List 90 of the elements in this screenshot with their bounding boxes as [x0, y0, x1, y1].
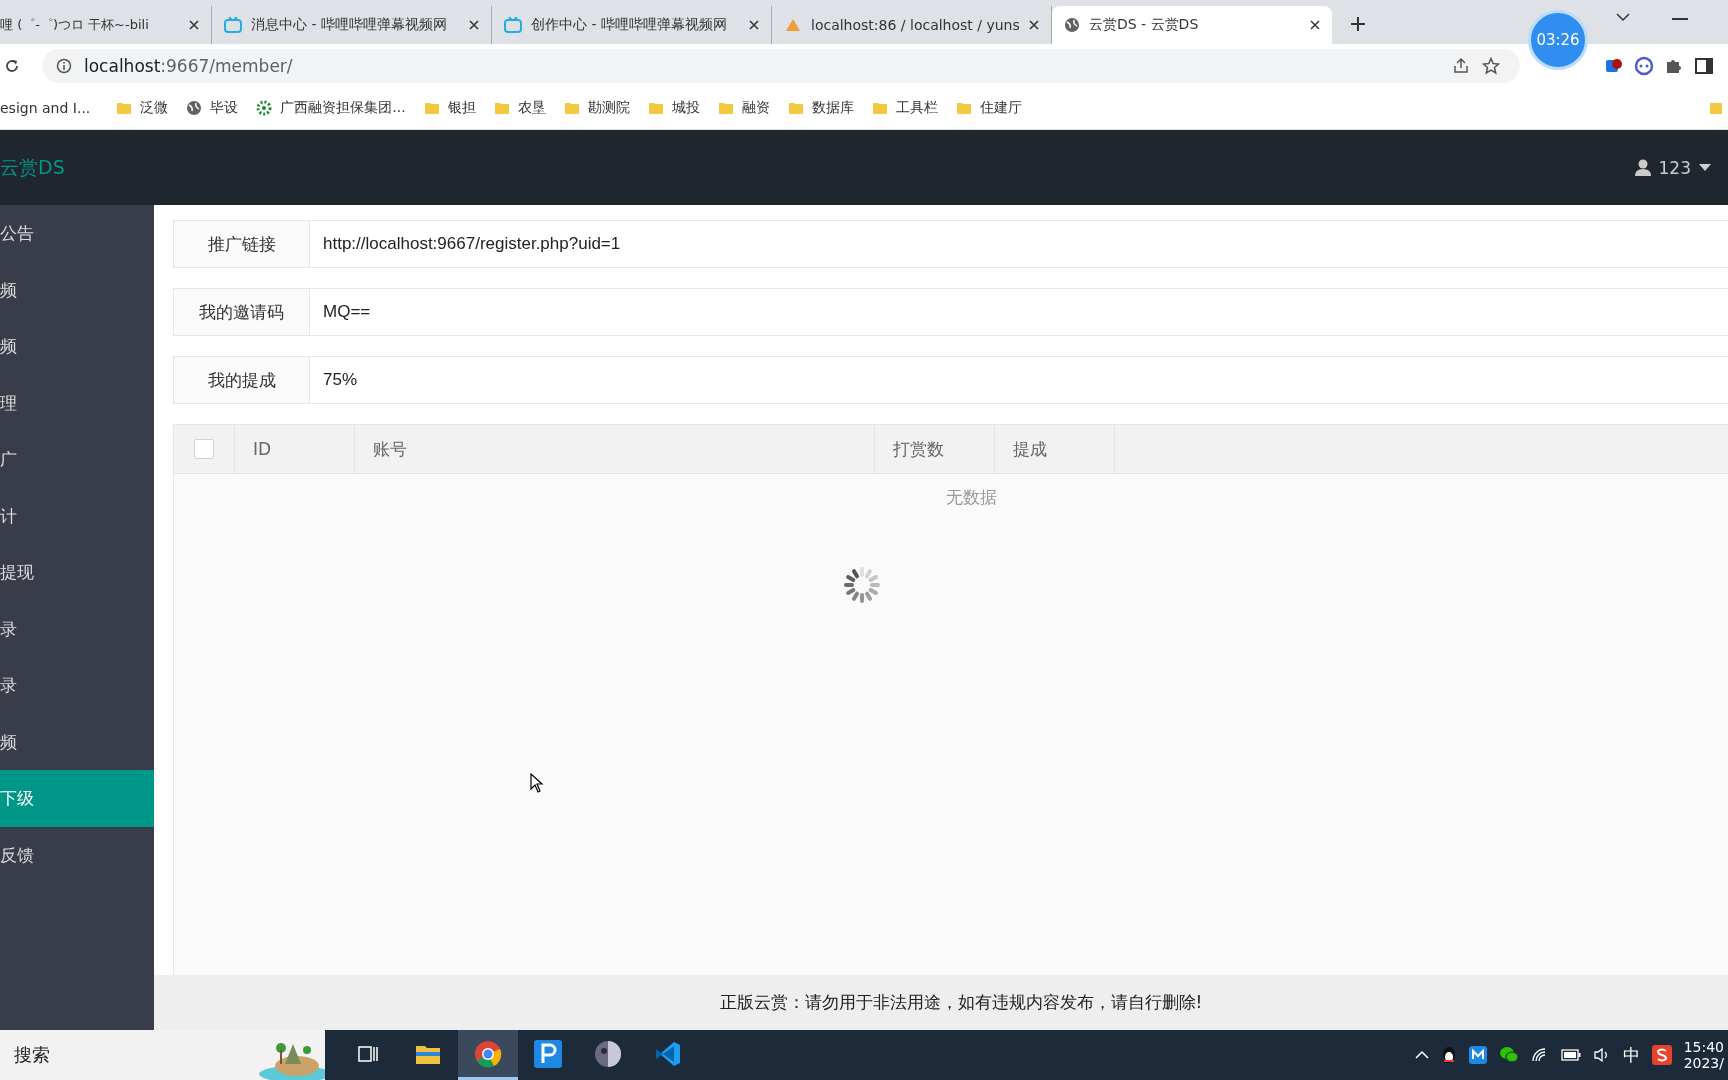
url-text: localhost:9667/member/ [84, 55, 293, 76]
gear-icon [256, 100, 273, 116]
close-icon[interactable] [749, 20, 759, 30]
close-icon[interactable] [1310, 20, 1320, 30]
bookmark[interactable]: esign and I... [0, 100, 91, 116]
info-icon [56, 57, 72, 74]
battery-icon[interactable] [1560, 1049, 1581, 1061]
bookmark[interactable]: 银担 [423, 99, 476, 117]
bookmark[interactable]: 融资 [717, 99, 770, 117]
input-method-indicator[interactable]: 中 [1622, 1043, 1640, 1067]
browser-tab[interactable]: 哩 (゜-゜)つロ 干杯~-bili [0, 6, 212, 44]
folder-icon [717, 100, 734, 116]
column-header: 账号 [355, 425, 875, 473]
clock-date[interactable]: 2023/ [1683, 1055, 1724, 1071]
column-header: 打赏数 [875, 425, 995, 473]
tab-title: 创作中心 - 哔哩哔哩弹幕视频网 [531, 16, 728, 34]
checkbox[interactable] [194, 439, 214, 459]
browser-tab[interactable]: 消息中心 - 哔哩哔哩弹幕视频网 [212, 6, 492, 44]
bookmark[interactable]: 泛微 [116, 99, 169, 117]
sidebar-item[interactable]: 录 [0, 657, 154, 714]
browser-tab[interactable]: 云赏DS - 云赏DS [1052, 6, 1332, 44]
globe-icon [1064, 17, 1080, 33]
sidebar-item[interactable]: 录 [0, 600, 154, 657]
globe-icon [186, 100, 203, 116]
chat-icon[interactable] [1498, 1046, 1519, 1064]
share-icon[interactable] [1452, 56, 1470, 75]
footer-notice: 正版云赏：请勿用于非法用途，如有违规内容发布，请自行删除! [154, 975, 1728, 1030]
sidebar-item[interactable]: 频 [0, 318, 154, 375]
folder-icon [563, 100, 580, 116]
browser-tab[interactable]: 创作中心 - 哔哩哔哩弹幕视频网 [492, 6, 772, 44]
new-tab-icon[interactable] [1350, 16, 1366, 32]
orb-icon [594, 1039, 622, 1068]
folder-icon [116, 100, 133, 116]
sidebar-item[interactable]: 公告 [0, 205, 154, 262]
folder-icon [787, 100, 804, 116]
s-logo-icon[interactable] [1651, 1045, 1672, 1065]
sidebar-item[interactable]: 下级 [0, 770, 154, 827]
tv-icon [224, 17, 242, 33]
mail-icon[interactable] [1468, 1046, 1487, 1064]
mouse-cursor-icon [530, 773, 544, 793]
side-panel-icon[interactable] [1694, 55, 1714, 76]
bookmark[interactable]: 农垦 [493, 99, 546, 117]
sidebar-item[interactable]: 广 [0, 431, 154, 488]
close-icon[interactable] [1029, 20, 1039, 30]
tab-title: 云赏DS - 云赏DS [1089, 16, 1200, 34]
robot-icon[interactable] [1634, 55, 1654, 76]
timer-badge: 03:26 [1528, 10, 1588, 70]
sail-icon [784, 17, 802, 33]
address-field[interactable]: localhost:9667/member/ [42, 48, 1520, 83]
tv-icon [504, 17, 522, 33]
empty-message: 无数据 [944, 486, 998, 509]
chevron-up-icon[interactable] [1414, 1050, 1429, 1060]
tab-title: localhost:86 / localhost / yuns [811, 17, 1020, 33]
search-field[interactable]: 搜索 [0, 1030, 325, 1080]
tab-title: 哩 (゜-゜)つロ 干杯~-bili [0, 16, 150, 34]
user-menu[interactable]: 123 [1634, 157, 1728, 178]
bookmark[interactable]: 毕设 [186, 99, 239, 117]
sidebar-item[interactable]: 提现 [0, 544, 154, 601]
star-icon[interactable] [1482, 56, 1500, 75]
column-header: ID [235, 425, 355, 473]
tab-title: 消息中心 - 哔哩哔哩弹幕视频网 [251, 16, 448, 34]
caret-icon [1699, 164, 1711, 171]
chevron-icon[interactable] [1616, 12, 1630, 22]
sidebar-item[interactable]: 计 [0, 487, 154, 544]
bookmark[interactable]: 广西融资担保集团... [256, 99, 406, 117]
close-icon[interactable] [469, 20, 479, 30]
penguin-icon[interactable] [1440, 1046, 1457, 1064]
bookmark[interactable]: 数据库 [787, 99, 854, 117]
sidebar-item[interactable]: 理 [0, 374, 154, 431]
logo-text[interactable]: 云赏DS [0, 154, 65, 181]
sidebar-item[interactable]: 频 [0, 261, 154, 318]
bookmark[interactable]: 勘测院 [563, 99, 630, 117]
close-icon[interactable] [189, 20, 199, 30]
chrome-icon [474, 1039, 502, 1068]
column-header: 提成 [995, 425, 1115, 473]
folder-icon [955, 100, 972, 116]
folder-icon [423, 100, 440, 116]
parking-sign-icon [534, 1039, 562, 1068]
sidebar-item[interactable]: 反馈 [0, 826, 154, 883]
bookmark[interactable]: 工具栏 [871, 99, 938, 117]
clock-time[interactable]: 15:40 [1683, 1039, 1724, 1055]
folder-icon [871, 100, 888, 116]
sidebar-item[interactable]: 频 [0, 713, 154, 770]
code-editor-icon [654, 1039, 682, 1068]
folder-icon [647, 100, 664, 116]
bookmark[interactable]: 住建厅 [955, 99, 1022, 117]
user-icon [1634, 159, 1651, 176]
reload-icon[interactable] [4, 57, 20, 74]
bookmark[interactable]: 城投 [647, 99, 700, 117]
folder-icon [493, 100, 510, 116]
